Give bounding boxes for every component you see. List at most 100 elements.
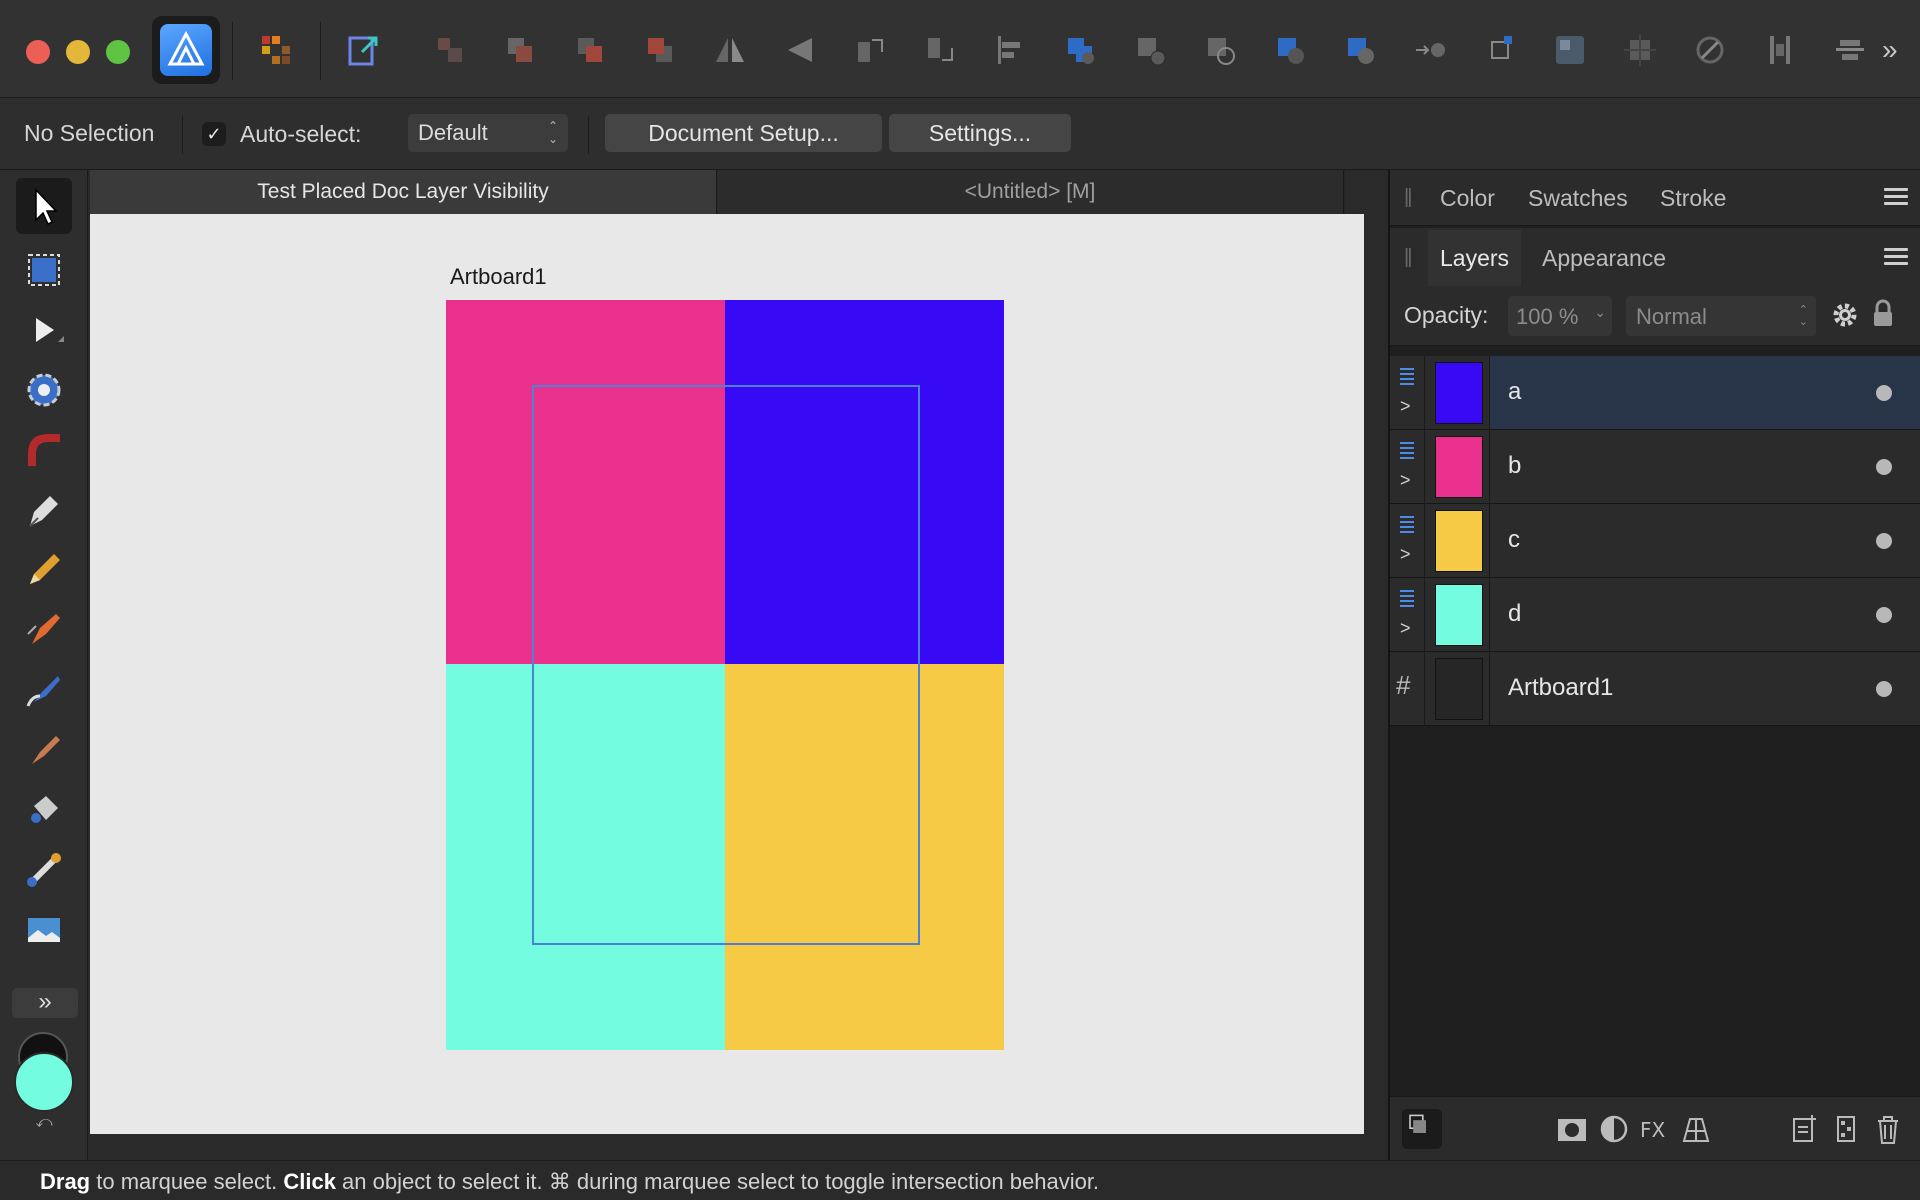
layer-row-c[interactable]: > c (1390, 504, 1920, 578)
visibility-toggle[interactable] (1876, 459, 1892, 475)
swap-colors-icon[interactable]: ⤺ (28, 1114, 60, 1134)
flip-h-icon[interactable] (712, 32, 748, 68)
fill-color-well[interactable] (14, 1052, 74, 1112)
live-filter-icon[interactable] (1680, 1113, 1712, 1145)
layer-row-a[interactable]: > a (1390, 356, 1920, 430)
toolbar-overflow-icon[interactable]: » (1882, 34, 1910, 66)
fill-tool[interactable] (20, 786, 68, 834)
window-close-button[interactable] (26, 40, 50, 64)
align-center-icon[interactable] (1832, 32, 1868, 68)
flip-v-icon[interactable] (782, 32, 818, 68)
node-tool[interactable] (20, 306, 68, 354)
more-tools-button[interactable]: » (12, 988, 78, 1018)
geometry-icon[interactable] (1552, 32, 1588, 68)
corner-tool[interactable] (20, 426, 68, 474)
designer-persona-button[interactable] (152, 16, 220, 84)
layer-name[interactable]: b (1508, 452, 1521, 480)
auto-select-dropdown[interactable]: Default ⌃ ⌄ (408, 114, 568, 152)
panel-menu-icon[interactable] (1884, 248, 1908, 268)
tab-appearance[interactable]: Appearance (1542, 230, 1666, 286)
trash-icon[interactable] (1872, 1113, 1904, 1145)
group-icon[interactable] (432, 32, 468, 68)
panel-menu-icon[interactable] (1884, 188, 1908, 208)
layer-row-b[interactable]: > b (1390, 430, 1920, 504)
pixel-tool[interactable] (20, 726, 68, 774)
artboard[interactable] (446, 300, 1004, 1050)
document-canvas[interactable]: Artboard1 (90, 214, 1364, 1134)
rotate-left-icon[interactable] (852, 32, 888, 68)
snapping-icon[interactable] (1692, 32, 1728, 68)
layer-row-d[interactable]: > d (1390, 578, 1920, 652)
add-layer-icon[interactable] (1788, 1113, 1820, 1145)
tab-stroke[interactable]: Stroke (1660, 170, 1726, 226)
move-tool[interactable] (16, 178, 72, 234)
expand-chevron-icon[interactable]: > (1400, 396, 1411, 417)
tab-swatches[interactable]: Swatches (1528, 170, 1628, 226)
context-toolbar: No Selection ✓ Auto-select: Default ⌃ ⌄ D… (0, 98, 1920, 170)
tab-test-placed-doc[interactable]: Test Placed Doc Layer Visibility (90, 170, 717, 214)
pencil-tool[interactable] (20, 546, 68, 594)
visibility-toggle[interactable] (1876, 385, 1892, 401)
boolean-subtract-icon[interactable] (1132, 32, 1168, 68)
add-pixel-layer-icon[interactable] (1830, 1113, 1862, 1145)
mask-icon[interactable] (1556, 1113, 1588, 1145)
place-image-tool[interactable] (20, 906, 68, 954)
vector-brush-tool[interactable] (20, 606, 68, 654)
boolean-xor-icon[interactable] (1272, 32, 1308, 68)
boolean-divide-icon[interactable] (1342, 32, 1378, 68)
distribute-icon[interactable] (1762, 32, 1798, 68)
visibility-toggle[interactable] (1876, 681, 1892, 697)
layer-row-artboard1[interactable]: # Artboard1 (1390, 652, 1920, 726)
document-setup-button[interactable]: Document Setup... (605, 114, 882, 152)
adjustment-icon[interactable] (1598, 1113, 1630, 1145)
opacity-field[interactable]: 100 % ⌄ (1508, 296, 1612, 336)
paint-brush-tool[interactable] (20, 666, 68, 714)
auto-select-checkbox[interactable]: ✓ (202, 122, 226, 146)
blend-mode-dropdown[interactable]: Normal ⌃ ⌄ (1626, 296, 1816, 336)
send-back-icon[interactable] (642, 32, 678, 68)
fx-icon[interactable]: FX (1638, 1113, 1670, 1145)
export-persona-icon[interactable] (346, 32, 382, 68)
artboard-tool[interactable] (20, 246, 68, 294)
transform-origin-icon[interactable] (1482, 32, 1518, 68)
paint-brush-icon (26, 676, 60, 707)
layer-name[interactable]: Artboard1 (1508, 674, 1613, 702)
rotate-right-icon[interactable] (922, 32, 958, 68)
layer-name[interactable]: d (1508, 600, 1521, 628)
layer-thumbnail-cell (1424, 504, 1490, 577)
chevron-down-icon[interactable]: ⌄ (1594, 304, 1606, 321)
status-drag-rest: to marquee select. (90, 1169, 284, 1194)
visibility-toggle[interactable] (1876, 533, 1892, 549)
boolean-add-icon[interactable] (1062, 32, 1098, 68)
bring-front-icon[interactable] (572, 32, 608, 68)
ungroup-icon[interactable] (502, 32, 538, 68)
layers-icon[interactable] (1402, 1109, 1442, 1149)
lock-icon[interactable] (1870, 298, 1896, 330)
panel-grip-icon[interactable]: || (1404, 246, 1413, 269)
insert-inside-icon[interactable] (1412, 32, 1448, 68)
tab-color[interactable]: Color (1440, 170, 1495, 226)
settings-button[interactable]: Settings... (889, 114, 1071, 152)
boolean-intersect-icon[interactable] (1202, 32, 1238, 68)
tab-untitled[interactable]: <Untitled> [M] (717, 170, 1344, 214)
expand-chevron-icon[interactable]: > (1400, 470, 1411, 491)
constraints-icon[interactable] (1622, 32, 1658, 68)
expand-chevron-icon[interactable]: > (1400, 618, 1411, 639)
artboard-title[interactable]: Artboard1 (450, 264, 547, 290)
gear-icon[interactable] (1830, 300, 1860, 330)
panel-grip-icon[interactable]: || (1404, 186, 1413, 209)
gradient-tool[interactable] (20, 846, 68, 894)
canvas-vertical-scrollbar[interactable] (1364, 214, 1386, 1134)
point-transform-tool[interactable] (20, 366, 68, 414)
visibility-toggle[interactable] (1876, 607, 1892, 623)
layer-name[interactable]: a (1508, 378, 1521, 406)
window-zoom-button[interactable] (106, 40, 130, 64)
align-left-icon[interactable] (992, 32, 1028, 68)
window-minimize-button[interactable] (66, 40, 90, 64)
layer-name[interactable]: c (1508, 526, 1520, 554)
pixel-persona-icon[interactable] (258, 32, 294, 68)
pen-tool[interactable] (20, 486, 68, 534)
canvas-horizontal-scrollbar[interactable] (90, 1134, 1386, 1160)
tab-layers[interactable]: Layers (1428, 230, 1522, 286)
expand-chevron-icon[interactable]: > (1400, 544, 1411, 565)
